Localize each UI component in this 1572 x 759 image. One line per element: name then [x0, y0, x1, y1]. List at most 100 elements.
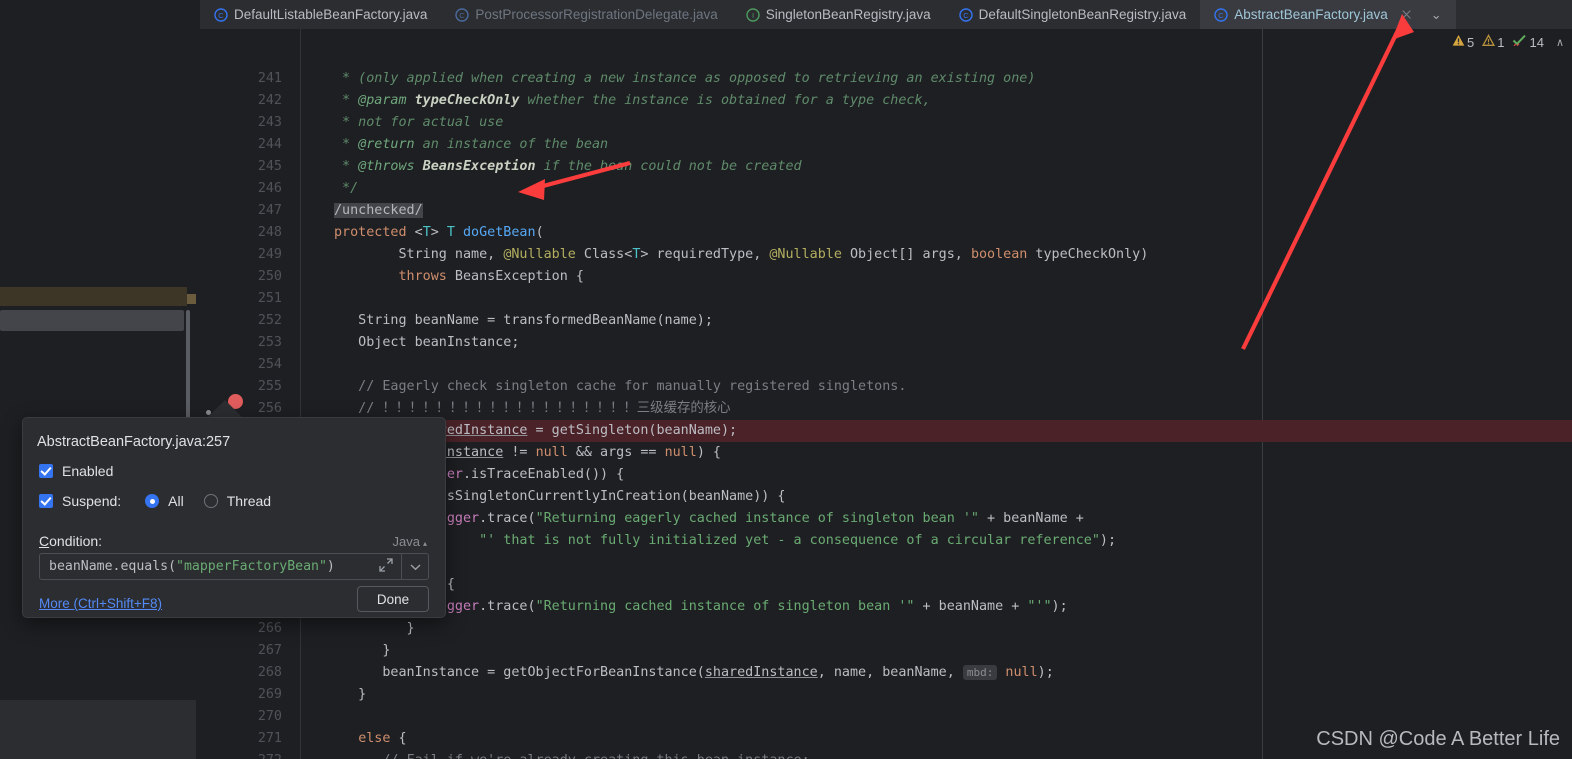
line-code: // Fail if we're already creating this b… [334, 750, 809, 759]
code-line[interactable]: 242 * @param typeCheckOnly whether the i… [196, 90, 1572, 112]
code-lines-container[interactable]: 241 * (only applied when creating a new … [196, 29, 1572, 759]
chevron-up-icon[interactable]: ∧ [1556, 36, 1564, 49]
line-code: beanInstance = getObjectForBeanInstance(… [334, 662, 1054, 684]
checkbox-checked-icon[interactable] [39, 464, 53, 478]
suspend-label: Suspend: [62, 493, 122, 509]
code-line[interactable]: 252 String beanName = transformedBeanNam… [196, 310, 1572, 332]
radio-all[interactable] [145, 494, 160, 508]
code-line[interactable]: 248 protected <T> T doGetBean( [196, 222, 1572, 244]
code-line[interactable]: 268 beanInstance = getObjectForBeanInsta… [196, 662, 1572, 684]
line-number: 271 [257, 731, 282, 746]
caret-up-icon: ▴ [422, 539, 427, 548]
svg-text:C: C [460, 11, 466, 20]
code-token: String name, [334, 247, 504, 262]
code-line[interactable]: 241 * (only applied when creating a new … [196, 68, 1572, 90]
editor-tab-bar: C DefaultListableBeanFactory.java C Post… [0, 0, 1572, 29]
line-number: 249 [257, 247, 282, 262]
line-code: } [334, 640, 390, 662]
line-number: 268 [257, 665, 282, 680]
code-token: .trace( [479, 599, 536, 614]
code-line[interactable]: 246 */ [196, 178, 1572, 200]
line-number: 248 [257, 225, 282, 240]
editor-tab-4-active[interactable]: C AbstractBeanFactory.java ⌄ [1200, 0, 1456, 29]
code-line[interactable]: 272 // Fail if we're already creating th… [196, 750, 1572, 759]
code-line[interactable]: 245 * @throws BeansException if the bean… [196, 156, 1572, 178]
checkbox-checked-icon[interactable] [39, 494, 53, 508]
line-code: /unchecked/ [334, 200, 423, 222]
breakpoint-settings-dialog[interactable]: AbstractBeanFactory.java:257 Enabled Sus… [22, 417, 446, 618]
chevron-down-icon[interactable]: ⌄ [1431, 8, 1442, 21]
code-line[interactable]: 254 [196, 354, 1572, 376]
suspend-row[interactable]: Suspend: All Thread [39, 493, 271, 509]
code-line[interactable]: 267 } [196, 640, 1572, 662]
editor-tab-0[interactable]: C DefaultListableBeanFactory.java [200, 0, 441, 29]
code-token: > requiredType, [640, 247, 770, 262]
line-code: throws BeansException { [334, 266, 584, 288]
code-token: typeCheckOnly [414, 93, 520, 108]
code-token: ); [1099, 533, 1117, 548]
editor-tab-2[interactable]: I SingletonBeanRegistry.java [732, 0, 945, 29]
svg-text:C: C [218, 11, 224, 20]
close-icon[interactable] [1400, 8, 1413, 21]
warning-major-group[interactable]: 5 [1452, 34, 1474, 50]
radio-thread[interactable] [203, 494, 218, 508]
code-line[interactable]: 249 String name, @Nullable Class<T> requ… [196, 244, 1572, 266]
code-line[interactable]: 247/unchecked/ [196, 200, 1572, 222]
code-token: null [535, 445, 568, 460]
code-line[interactable]: 270 [196, 706, 1572, 728]
code-token: + beanName + [914, 599, 1028, 614]
code-token: ); [1051, 599, 1068, 614]
code-token: // Fail if we're already creating this b… [334, 753, 809, 759]
warning-major-count: 5 [1467, 34, 1475, 50]
tab-bar-left-padding [0, 0, 200, 29]
line-number: 252 [257, 313, 282, 328]
line-number: 251 [257, 291, 282, 306]
watermark-text: CSDN @Code A Better Life [1316, 728, 1560, 750]
java-class-icon: C [958, 7, 973, 22]
warning-minor-group[interactable]: 1 [1482, 34, 1504, 50]
code-token: Object beanInstance; [334, 335, 520, 350]
line-number: 266 [257, 621, 282, 636]
line-code: String beanName = transformedBeanName(na… [334, 310, 713, 332]
code-token: @Nullable [503, 247, 576, 262]
condition-language-label: Java [392, 534, 420, 549]
enabled-checkbox-row[interactable]: Enabled [39, 463, 113, 479]
editor-tab-3[interactable]: C DefaultSingletonBeanRegistry.java [945, 0, 1201, 29]
editor-tab-1[interactable]: C PostProcessorRegistrationDelegate.java [441, 0, 731, 29]
code-editor[interactable]: 241 * (only applied when creating a new … [196, 29, 1572, 759]
more-link[interactable]: More (Ctrl+Shift+F8) [39, 596, 162, 611]
code-line[interactable]: 244 * @return an instance of the bean [196, 134, 1572, 156]
ok-group[interactable]: 14 [1512, 34, 1544, 50]
condition-label-rest: ondition: [49, 533, 103, 549]
code-line[interactable]: 255 // Eagerly check singleton cache for… [196, 376, 1572, 398]
code-token: "Returning eagerly cached instance of si… [535, 511, 979, 526]
code-line[interactable]: 251 [196, 288, 1572, 310]
code-token: * [334, 137, 359, 152]
inspection-widget[interactable]: 5 1 14 ∧ [1452, 30, 1564, 54]
code-token: whether the instance is obtained for a t… [519, 93, 931, 108]
ok-count: 14 [1529, 34, 1544, 50]
expand-editor-icon[interactable] [371, 557, 401, 576]
condition-history-dropdown[interactable] [401, 554, 428, 579]
condition-label: Condition: [39, 533, 102, 549]
java-class-icon: C [1214, 7, 1228, 22]
condition-language-selector[interactable]: Java ▴ [393, 534, 427, 549]
code-line[interactable]: 266 } [196, 618, 1572, 640]
done-button[interactable]: Done [357, 586, 429, 612]
code-line[interactable]: 243 * not for actual use [196, 112, 1572, 134]
warning-triangle-icon [1452, 34, 1465, 50]
left-panel-selected-row[interactable] [0, 310, 184, 331]
code-line[interactable]: 253 Object beanInstance; [196, 332, 1572, 354]
condition-input[interactable]: beanName.equals("mapperFactoryBean") [39, 553, 429, 580]
line-number: 246 [257, 181, 282, 196]
ide-window: C DefaultListableBeanFactory.java C Post… [0, 0, 1572, 759]
left-panel-marker [187, 294, 196, 304]
code-token: .isTraceEnabled()) { [463, 467, 625, 482]
code-line[interactable]: 250 throws BeansException { [196, 266, 1572, 288]
editor-tab-label: AbstractBeanFactory.java [1234, 7, 1388, 22]
parameter-hint: mbd: [962, 665, 998, 680]
line-code: protected <T> T doGetBean( [334, 222, 544, 244]
code-line[interactable]: 269 } [196, 684, 1572, 706]
